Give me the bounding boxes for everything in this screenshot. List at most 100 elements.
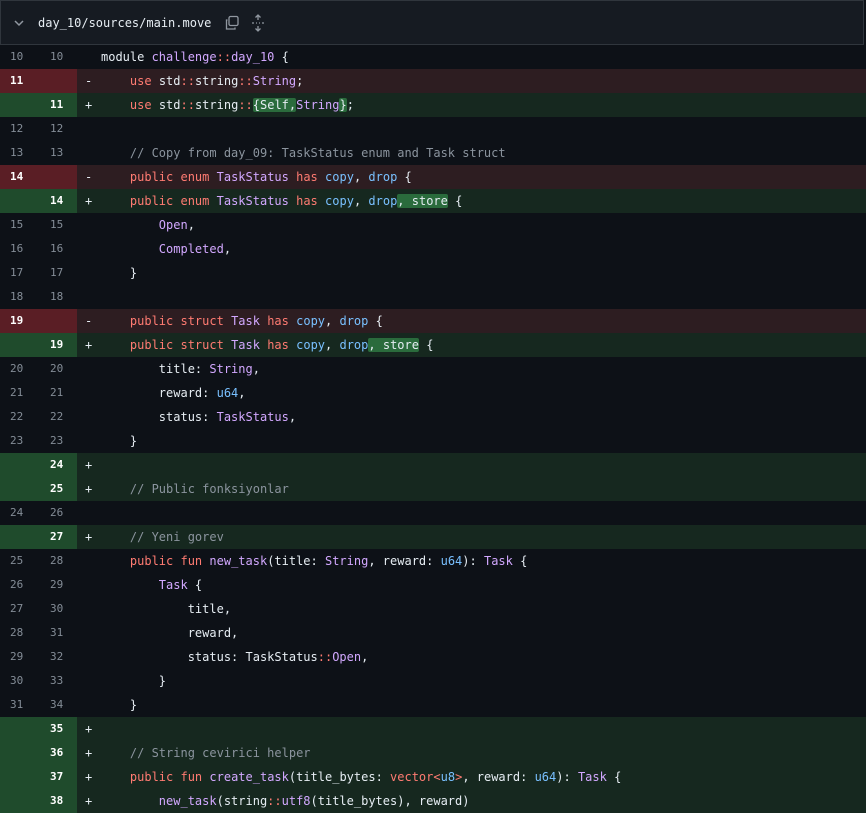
new-line-number[interactable]: 11 — [38, 93, 77, 117]
code-token: } — [101, 434, 138, 448]
new-line-number[interactable]: 19 — [38, 333, 77, 357]
new-line-number[interactable]: 31 — [38, 621, 77, 645]
new-line-number[interactable]: 34 — [38, 693, 77, 717]
diff-marker — [77, 117, 101, 141]
code-text: public struct Task has copy, drop { — [101, 309, 866, 333]
new-line-number[interactable]: 14 — [38, 189, 77, 213]
old-line-number[interactable]: 29 — [0, 645, 38, 669]
old-line-number[interactable]: 13 — [0, 141, 38, 165]
new-line-number[interactable]: 22 — [38, 405, 77, 429]
new-line-number[interactable]: 24 — [38, 453, 77, 477]
new-line-number[interactable]: 10 — [38, 45, 77, 69]
new-line-number[interactable]: 18 — [38, 285, 77, 309]
old-line-number[interactable] — [0, 453, 38, 477]
code-text: Completed, — [101, 237, 866, 261]
old-line-number[interactable] — [0, 789, 38, 813]
diff-line-ctx: 18 18 — [0, 285, 866, 309]
copy-icon[interactable] — [224, 15, 240, 31]
old-line-number[interactable]: 18 — [0, 285, 38, 309]
diff-marker — [77, 573, 101, 597]
old-line-number[interactable] — [0, 477, 38, 501]
code-token: // Public fonksiyonlar — [129, 482, 289, 496]
diff-line-ctx: 29 32 status: TaskStatus::Open, — [0, 645, 866, 669]
new-line-number[interactable] — [38, 309, 77, 333]
old-line-number[interactable] — [0, 741, 38, 765]
new-line-number[interactable]: 16 — [38, 237, 77, 261]
code-token: , store — [368, 338, 419, 352]
new-line-number[interactable]: 23 — [38, 429, 77, 453]
unfold-icon[interactable] — [250, 13, 266, 32]
diff-table: 10 10 module challenge::day_10 {11- use st… — [0, 45, 866, 813]
new-line-number[interactable]: 26 — [38, 501, 77, 525]
new-line-number[interactable]: 37 — [38, 765, 77, 789]
diff-marker: + — [85, 794, 93, 808]
new-line-number[interactable]: 29 — [38, 573, 77, 597]
old-line-number[interactable]: 23 — [0, 429, 38, 453]
code-token: has — [267, 314, 289, 328]
old-line-number[interactable]: 21 — [0, 381, 38, 405]
code-text: public fun new_task(title: String, rewar… — [101, 549, 866, 573]
new-line-number[interactable]: 30 — [38, 597, 77, 621]
new-line-number[interactable]: 20 — [38, 357, 77, 381]
old-line-number[interactable]: 15 — [0, 213, 38, 237]
old-line-number[interactable] — [0, 189, 38, 213]
code-token: // Copy from day_09: TaskStatus enum and… — [129, 146, 506, 160]
old-line-number[interactable]: 14 — [0, 165, 38, 189]
old-line-number[interactable]: 25 — [0, 549, 38, 573]
old-line-number[interactable]: 17 — [0, 261, 38, 285]
diff-line-add: 37 + public fun create_task(title_bytes: … — [0, 765, 866, 789]
diff-marker — [77, 261, 101, 285]
diff-marker — [77, 669, 101, 693]
code-token: vector — [390, 770, 434, 784]
diff-marker — [77, 405, 101, 429]
new-line-number[interactable]: 27 — [38, 525, 77, 549]
old-line-number[interactable]: 30 — [0, 669, 38, 693]
code-text: reward: u64, — [101, 381, 866, 405]
code-token: String — [209, 362, 253, 376]
old-line-number[interactable] — [0, 93, 38, 117]
new-line-number[interactable]: 17 — [38, 261, 77, 285]
code-token: u8 — [440, 770, 456, 784]
old-line-number[interactable]: 27 — [0, 597, 38, 621]
chevron-down-icon[interactable] — [13, 16, 27, 30]
new-line-number[interactable]: 12 — [38, 117, 77, 141]
new-line-number[interactable]: 38 — [38, 789, 77, 813]
old-line-number[interactable]: 20 — [0, 357, 38, 381]
old-line-number[interactable] — [0, 765, 38, 789]
old-line-number[interactable]: 24 — [0, 501, 38, 525]
new-line-number[interactable]: 33 — [38, 669, 77, 693]
new-line-number[interactable]: 21 — [38, 381, 77, 405]
diff-marker: + — [85, 458, 93, 472]
code-token: public enum — [129, 194, 210, 208]
old-line-number[interactable] — [0, 717, 38, 741]
diff-marker: - — [85, 74, 93, 88]
old-line-number[interactable]: 28 — [0, 621, 38, 645]
new-line-number[interactable] — [38, 69, 77, 93]
new-line-number[interactable] — [38, 165, 77, 189]
new-line-number[interactable]: 28 — [38, 549, 77, 573]
new-line-number[interactable]: 25 — [38, 477, 77, 501]
new-line-number[interactable]: 15 — [38, 213, 77, 237]
old-line-number[interactable]: 22 — [0, 405, 38, 429]
code-token: TaskStatus — [216, 194, 289, 208]
old-line-number[interactable]: 31 — [0, 693, 38, 717]
old-line-number[interactable]: 19 — [0, 309, 38, 333]
new-line-number[interactable]: 35 — [38, 717, 77, 741]
code-token: } — [339, 98, 347, 112]
diff-line-del: 11 - use std::string::String; — [0, 69, 866, 93]
new-line-number[interactable]: 13 — [38, 141, 77, 165]
new-line-number[interactable]: 32 — [38, 645, 77, 669]
old-line-number[interactable]: 26 — [0, 573, 38, 597]
old-line-number[interactable] — [0, 333, 38, 357]
old-line-number[interactable]: 10 — [0, 45, 38, 69]
code-token: drop — [368, 194, 398, 208]
code-token: :: — [267, 794, 282, 808]
old-line-number[interactable]: 11 — [0, 69, 38, 93]
new-line-number[interactable]: 36 — [38, 741, 77, 765]
old-line-number[interactable]: 12 — [0, 117, 38, 141]
file-path[interactable]: day_10/sources/main.move — [38, 16, 211, 30]
old-line-number[interactable]: 16 — [0, 237, 38, 261]
old-line-number[interactable] — [0, 525, 38, 549]
code-text: reward, — [101, 621, 866, 645]
